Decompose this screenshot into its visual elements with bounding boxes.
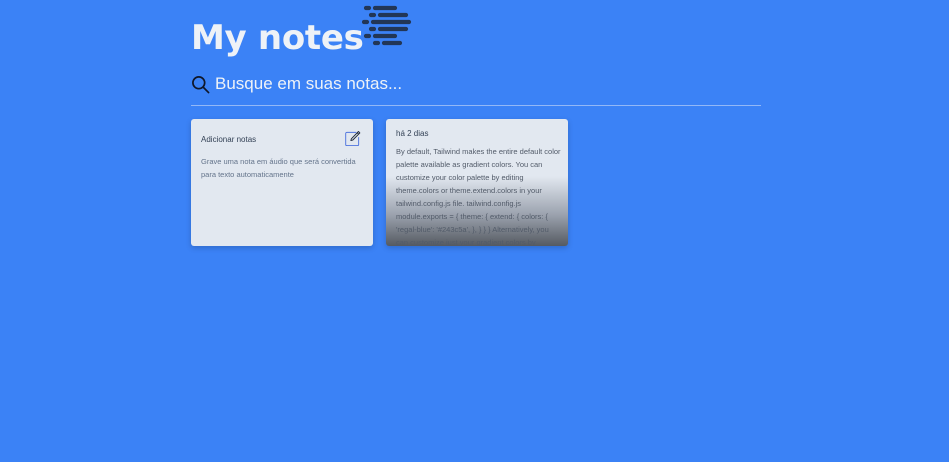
- note-card[interactable]: há 2 dias By default, Tailwind makes the…: [386, 119, 568, 246]
- search-bar: [191, 72, 761, 96]
- note-date: há 2 dias: [396, 129, 429, 138]
- header: My notes: [191, 14, 364, 66]
- note-content: By default, Tailwind makes the entire de…: [396, 147, 561, 246]
- card-description: Grave uma nota em áudio que será convert…: [201, 157, 356, 179]
- app-title: My notes: [191, 18, 364, 58]
- edit-icon: [345, 131, 361, 147]
- divider: [191, 105, 761, 106]
- card-title: Adicionar notas: [201, 135, 257, 144]
- lines-list-icon: [362, 5, 412, 46]
- search-input[interactable]: [215, 73, 755, 95]
- add-note-card[interactable]: Adicionar notas Grave uma nota em áudio …: [191, 119, 373, 246]
- search-icon: [192, 75, 210, 93]
